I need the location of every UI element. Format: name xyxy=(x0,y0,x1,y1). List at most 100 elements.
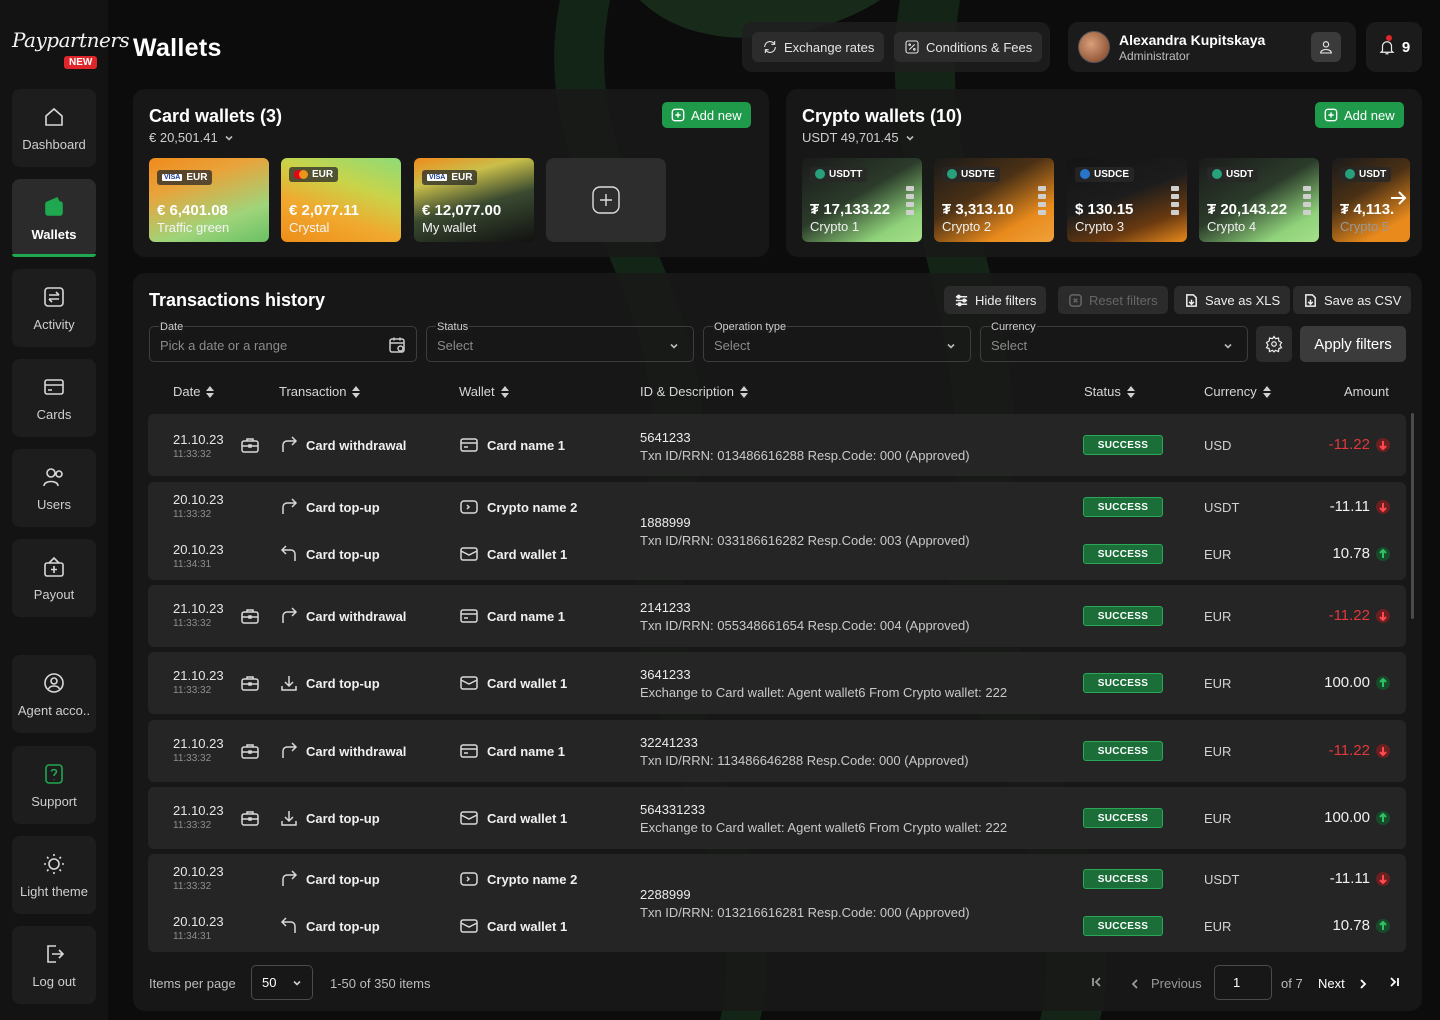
sidebar-item-light-theme[interactable]: Light theme xyxy=(12,836,96,914)
transaction-id: 564331233 xyxy=(640,802,706,817)
id-description: 2141233 Txn ID/RRN: 055348661654 Resp.Co… xyxy=(640,600,970,633)
save-xls-button[interactable]: Save as XLS xyxy=(1174,286,1291,314)
table-row-group[interactable]: 20.10.23 11:33:32 Card top-up Crypto nam… xyxy=(148,854,1406,952)
close-square-icon xyxy=(1069,293,1082,307)
sidebar-item-support[interactable]: Support xyxy=(12,746,96,824)
page-number-input[interactable]: 1 xyxy=(1214,965,1272,1000)
file-download-icon xyxy=(1186,293,1197,307)
crypto-wallet-icon xyxy=(459,869,479,889)
currency-badge: USDT xyxy=(1340,166,1392,182)
notifications-button[interactable]: 9 xyxy=(1366,22,1422,72)
sidebar-item-agent-account[interactable]: Agent acco.. xyxy=(12,655,96,733)
sidebar-item-dashboard[interactable]: Dashboard xyxy=(12,89,96,167)
exchange-rates-button[interactable]: Exchange rates xyxy=(752,32,885,62)
currency-code: USDT xyxy=(1226,168,1254,180)
column-transaction[interactable]: Transaction xyxy=(279,384,361,399)
column-id-label: ID & Description xyxy=(640,384,734,399)
transaction-description: Txn ID/RRN: 113486646288 Resp.Code: 000 … xyxy=(640,753,969,768)
amount: -11.22 xyxy=(1329,436,1390,453)
operation-type-filter[interactable]: Operation type Select xyxy=(703,321,971,362)
sidebar-item-logout[interactable]: Log out xyxy=(12,926,96,1004)
transaction-type: Card top-up xyxy=(306,872,380,887)
column-wallet[interactable]: Wallet xyxy=(459,384,509,399)
add-crypto-wallet-button[interactable]: Add new xyxy=(1315,102,1404,128)
add-card-tile[interactable] xyxy=(546,158,666,242)
apply-filters-button[interactable]: Apply filters xyxy=(1300,326,1406,362)
transaction-description: Txn ID/RRN: 033186616282 Resp.Code: 003 … xyxy=(640,533,970,548)
items-range: 1-50 of 350 items xyxy=(330,976,431,991)
crypto-wallet-3[interactable]: USDCE $ 130.15 Crypto 3 xyxy=(1067,158,1187,242)
reset-filters-button[interactable]: Reset filters xyxy=(1058,286,1168,314)
crypto-wallet-1[interactable]: USDTT ₮ 17,133.22 Crypto 1 xyxy=(802,158,922,242)
table-row[interactable]: 21.10.23 11:33:32 Card withdrawal Card n… xyxy=(148,414,1406,476)
user-profile[interactable]: Alexandra Kupitskaya Administrator xyxy=(1068,22,1356,72)
sidebar-item-activity[interactable]: Activity xyxy=(12,269,96,347)
id-description: 1888999 Txn ID/RRN: 033186616282 Resp.Co… xyxy=(640,515,970,548)
row-date: 21.10.23 11:33:32 xyxy=(173,432,224,460)
row-date: 21.10.23 11:33:32 xyxy=(173,668,224,696)
card-wallets-title: Card wallets (3) xyxy=(149,106,283,126)
crypto-carousel-next[interactable] xyxy=(1384,184,1412,212)
filter-settings-button[interactable] xyxy=(1256,326,1292,362)
table-scrollbar[interactable] xyxy=(1411,413,1414,619)
card-wallets-total[interactable]: € 20,501.41 xyxy=(149,130,234,145)
table-row[interactable]: 21.10.23 11:33:32 Card top-up Card walle… xyxy=(148,652,1406,714)
sidebar-item-label: Agent acco.. xyxy=(17,702,91,718)
sidebar-item-cards[interactable]: Cards xyxy=(12,359,96,437)
card-wallet-my-wallet[interactable]: VISA EUR € 12,077.00 My wallet xyxy=(414,158,534,242)
currency-badge: USDT xyxy=(1207,166,1259,182)
status-filter[interactable]: Status Select xyxy=(426,321,694,362)
column-currency-label: Currency xyxy=(1204,384,1257,399)
first-page-icon xyxy=(1092,977,1101,987)
sidebar-item-label: Log out xyxy=(32,973,76,989)
download-arrow-icon xyxy=(279,808,299,828)
date-text: 21.10.23 xyxy=(173,668,224,683)
transactions-title: Transactions history xyxy=(149,290,326,310)
profile-button[interactable] xyxy=(1311,32,1341,62)
conditions-fees-button[interactable]: Conditions & Fees xyxy=(894,32,1043,62)
column-amount: Amount xyxy=(1344,384,1389,399)
status-filter-label: Status xyxy=(436,321,470,333)
currency-filter[interactable]: Currency Select xyxy=(980,321,1248,362)
card-wallet-crystal[interactable]: EUR € 2,077.11 Crystal xyxy=(281,158,401,242)
last-page-button[interactable] xyxy=(1388,976,1400,988)
card-wallet-traffic-green[interactable]: VISA EUR € 6,401.08 Traffic green xyxy=(149,158,269,242)
previous-page-button[interactable]: Previous xyxy=(1129,976,1202,991)
date-filter[interactable]: Date Pick a date or a range xyxy=(149,321,417,362)
sidebar-item-payout[interactable]: Payout xyxy=(12,539,96,617)
column-status-label: Status xyxy=(1084,384,1121,399)
wallet-name: Card name 1 xyxy=(487,609,566,624)
save-csv-button[interactable]: Save as CSV xyxy=(1293,286,1412,314)
column-date[interactable]: Date xyxy=(173,384,215,399)
items-per-page-select[interactable]: 50 xyxy=(251,965,313,1000)
first-page-button[interactable] xyxy=(1091,976,1103,988)
column-id-description[interactable]: ID & Description xyxy=(640,384,748,399)
crypto-wallet-4[interactable]: USDT ₮ 20,143.22 Crypto 4 xyxy=(1199,158,1319,242)
amount: 10.78 xyxy=(1332,545,1390,562)
table-row[interactable]: 21.10.23 11:33:32 Card withdrawal Card n… xyxy=(148,720,1406,782)
currency-code: USDT xyxy=(1204,872,1240,887)
column-currency[interactable]: Currency xyxy=(1204,384,1271,399)
wallet-name: My wallet xyxy=(422,220,477,235)
sidebar-item-users[interactable]: Users xyxy=(12,449,96,527)
table-row[interactable]: 21.10.23 11:33:32 Card withdrawal Card n… xyxy=(148,585,1406,647)
add-card-wallet-button[interactable]: Add new xyxy=(662,102,751,128)
calendar-icon[interactable] xyxy=(388,336,406,354)
signal-bars-icon xyxy=(1038,186,1046,215)
table-row-group[interactable]: 20.10.23 11:33:32 Card top-up Crypto nam… xyxy=(148,482,1406,580)
page-title: Wallets xyxy=(133,34,222,62)
currency-badge: USDTT xyxy=(810,166,868,182)
column-status[interactable]: Status xyxy=(1084,384,1135,399)
next-page-button[interactable]: Next xyxy=(1318,976,1369,991)
briefcase-icon xyxy=(240,673,260,693)
brand-logo[interactable]: Paypartners NEW xyxy=(12,28,130,72)
card-wallet-icon xyxy=(459,808,479,828)
crypto-wallets-total[interactable]: USDT 49,701.45 xyxy=(802,130,915,145)
crypto-wallet-2[interactable]: USDTE ₮ 3,313.10 Crypto 2 xyxy=(934,158,1054,242)
wallet-name: Crystal xyxy=(289,220,330,235)
table-row[interactable]: 21.10.23 11:33:32 Card top-up Card walle… xyxy=(148,787,1406,849)
hide-filters-button[interactable]: Hide filters xyxy=(944,286,1047,314)
transaction-id: 1888999 xyxy=(640,515,691,530)
id-description: 5641233 Txn ID/RRN: 013486616288 Resp.Co… xyxy=(640,430,970,463)
sidebar-item-wallets[interactable]: Wallets xyxy=(12,179,96,257)
